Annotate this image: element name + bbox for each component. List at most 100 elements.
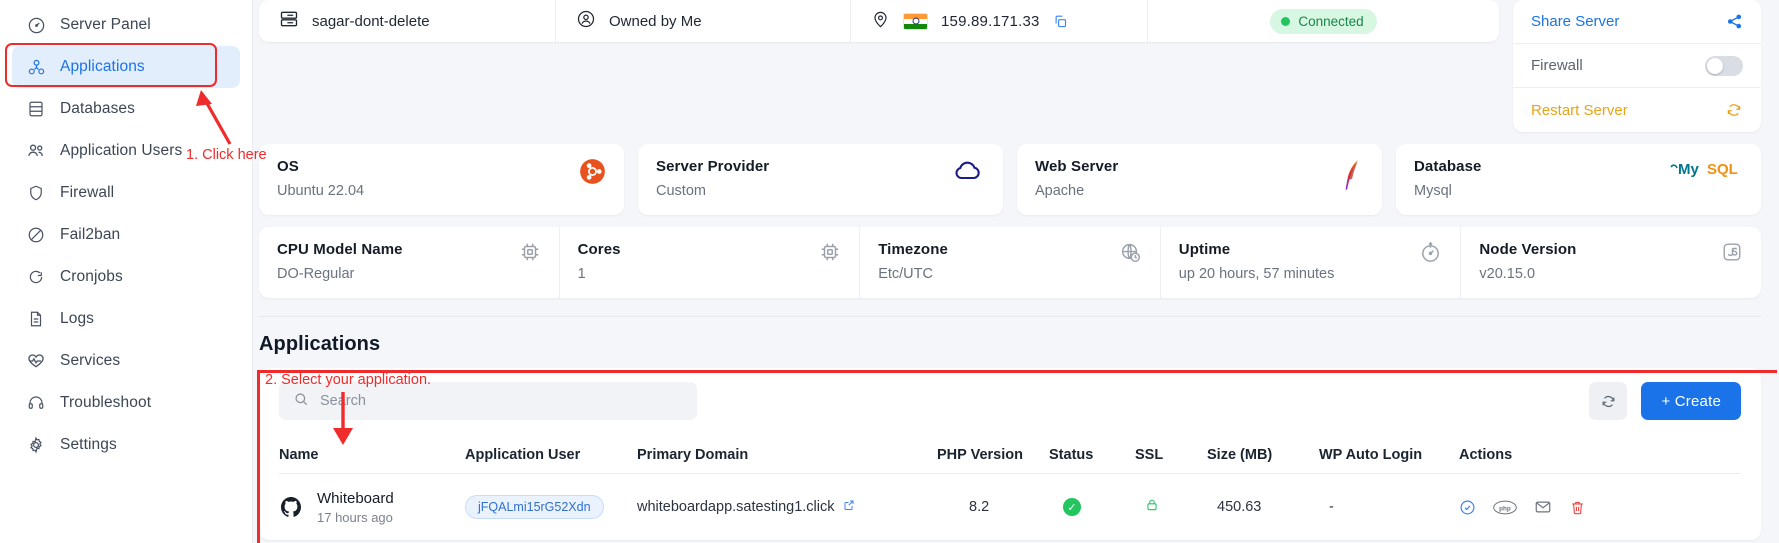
ownership-label: Owned by Me [609, 12, 702, 30]
column-header-php-version: PHP Version [937, 446, 1023, 463]
sidebar-nav: Server Panel Applications Databases Appl… [0, 4, 252, 466]
sidebar-item-application-users[interactable]: Application Users [12, 130, 240, 172]
page-title: Applications [259, 333, 381, 355]
create-button[interactable]: + Create [1641, 382, 1741, 420]
sidebar-item-settings[interactable]: Settings [12, 424, 240, 466]
column-header-size: Size (MB) [1207, 446, 1273, 463]
cell-primary-domain[interactable]: whiteboardapp.satesting1.click [637, 499, 937, 515]
cpu-icon [819, 241, 841, 268]
card-title: OS [277, 158, 299, 175]
mail-icon[interactable] [1534, 498, 1552, 516]
sidebar-item-cronjobs[interactable]: Cronjobs [12, 256, 240, 298]
sidebar-item-troubleshoot[interactable]: Troubleshoot [12, 382, 240, 424]
share-server-row[interactable]: Share Server [1513, 0, 1761, 44]
ip-address: 159.89.171.33 [941, 12, 1040, 30]
firewall-toggle[interactable] [1705, 55, 1743, 76]
external-link-icon[interactable] [843, 500, 855, 514]
js-icon [1721, 241, 1743, 268]
cell-wp-auto-login: - [1329, 499, 1334, 515]
ban-icon [26, 225, 46, 245]
globe-clock-icon [1119, 241, 1142, 269]
stat-uptime: Uptime up 20 hours, 57 minutes [1161, 227, 1462, 298]
table-row[interactable]: Whiteboard 17 hours ago jFQALmi15rG52Xdn… [279, 474, 1741, 540]
applications-table: Name Application User Primary Domain PHP… [279, 436, 1741, 540]
apps-icon [26, 57, 46, 77]
stat-cpu-model: CPU Model Name DO-Regular [259, 227, 560, 298]
status-dot-icon [1281, 16, 1291, 26]
stat-title: Timezone [878, 241, 948, 258]
sidebar: Server Panel Applications Databases Appl… [0, 0, 253, 543]
refresh-button[interactable] [1589, 382, 1628, 420]
database-icon [26, 99, 46, 119]
stat-value: DO-Regular [277, 266, 355, 282]
cpu-icon [519, 241, 541, 268]
search-input[interactable]: Search [279, 382, 697, 420]
info-card-database: Database Mysql My SQL [1396, 144, 1761, 215]
card-value: Ubuntu 22.04 [277, 183, 365, 199]
user-circle-icon [576, 9, 596, 33]
sidebar-item-databases[interactable]: Databases [12, 88, 240, 130]
shield-icon [26, 183, 46, 203]
sidebar-item-label: Services [60, 352, 121, 369]
ip-cell: 159.89.171.33 [851, 0, 1148, 42]
status-check-icon: ✓ [1063, 498, 1081, 516]
top-strip: sagar-dont-delete Owned by Me 159.89.171… [253, 0, 1779, 132]
sidebar-item-label: Settings [60, 436, 117, 453]
sidebar-item-firewall[interactable]: Firewall [12, 172, 240, 214]
delete-icon[interactable] [1569, 499, 1586, 516]
document-icon [26, 309, 46, 329]
cell-ssl [1135, 497, 1207, 517]
sidebar-item-applications[interactable]: Applications [12, 46, 240, 88]
sidebar-item-label: Databases [60, 100, 136, 117]
card-title: Database [1414, 158, 1482, 175]
sidebar-item-fail2ban[interactable]: Fail2ban [12, 214, 240, 256]
svg-text:SQL: SQL [1707, 161, 1738, 178]
heartbeat-icon [26, 351, 46, 371]
search-icon [293, 391, 309, 411]
users-icon [26, 141, 46, 161]
sidebar-item-services[interactable]: Services [12, 340, 240, 382]
lock-icon [1145, 497, 1159, 513]
stat-cores: Cores 1 [560, 227, 861, 298]
sidebar-item-label: Troubleshoot [60, 394, 152, 411]
stat-title: Node Version [1479, 241, 1577, 258]
server-stats-card: CPU Model Name DO-Regular Cores 1 Timezo… [259, 227, 1761, 298]
info-cards-row: OS Ubuntu 22.04 Server Provider Custom W… [253, 132, 1779, 215]
copy-icon[interactable] [1053, 14, 1068, 29]
sidebar-item-logs[interactable]: Logs [12, 298, 240, 340]
apache-feather-icon [1342, 158, 1364, 197]
column-header-actions: Actions [1459, 446, 1513, 463]
sidebar-item-label: Cronjobs [60, 268, 123, 285]
column-header-wp-auto-login: WP Auto Login [1319, 446, 1423, 463]
sidebar-item-label: Fail2ban [60, 226, 121, 243]
firewall-row[interactable]: Firewall [1513, 44, 1761, 88]
main-content: sagar-dont-delete Owned by Me 159.89.171… [253, 0, 1779, 543]
ownership-cell: Owned by Me [556, 0, 851, 42]
cell-actions: php [1459, 498, 1741, 516]
stat-value: 1 [577, 266, 586, 282]
sidebar-item-label: Firewall [60, 184, 115, 201]
card-value: Mysql [1414, 183, 1452, 199]
restart-server-row[interactable]: Restart Server [1513, 88, 1761, 132]
application-created: 17 hours ago [317, 509, 393, 525]
connection-status-cell: Connected [1148, 0, 1499, 42]
open-app-icon[interactable] [1459, 499, 1476, 516]
status-badge: Connected [1270, 8, 1377, 34]
restart-icon[interactable] [1725, 101, 1743, 119]
stat-title: Cores [577, 241, 621, 258]
card-value: Custom [656, 183, 706, 199]
ubuntu-icon [579, 158, 606, 190]
stat-title: CPU Model Name [277, 241, 403, 258]
application-user-badge: jFQALmi15rG52Xdn [465, 495, 604, 519]
github-icon [279, 495, 303, 519]
primary-domain-link[interactable]: whiteboardapp.satesting1.click [637, 499, 834, 515]
refresh-icon [26, 267, 46, 287]
stat-title: Uptime [1178, 241, 1231, 258]
php-icon[interactable]: php [1493, 500, 1517, 515]
share-icon[interactable] [1726, 13, 1743, 30]
svg-text:My: My [1678, 161, 1699, 178]
server-name-cell[interactable]: sagar-dont-delete [259, 0, 556, 42]
sidebar-item-server-panel[interactable]: Server Panel [12, 4, 240, 46]
info-card-os: OS Ubuntu 22.04 [259, 144, 624, 215]
cell-name[interactable]: Whiteboard 17 hours ago [279, 490, 465, 525]
